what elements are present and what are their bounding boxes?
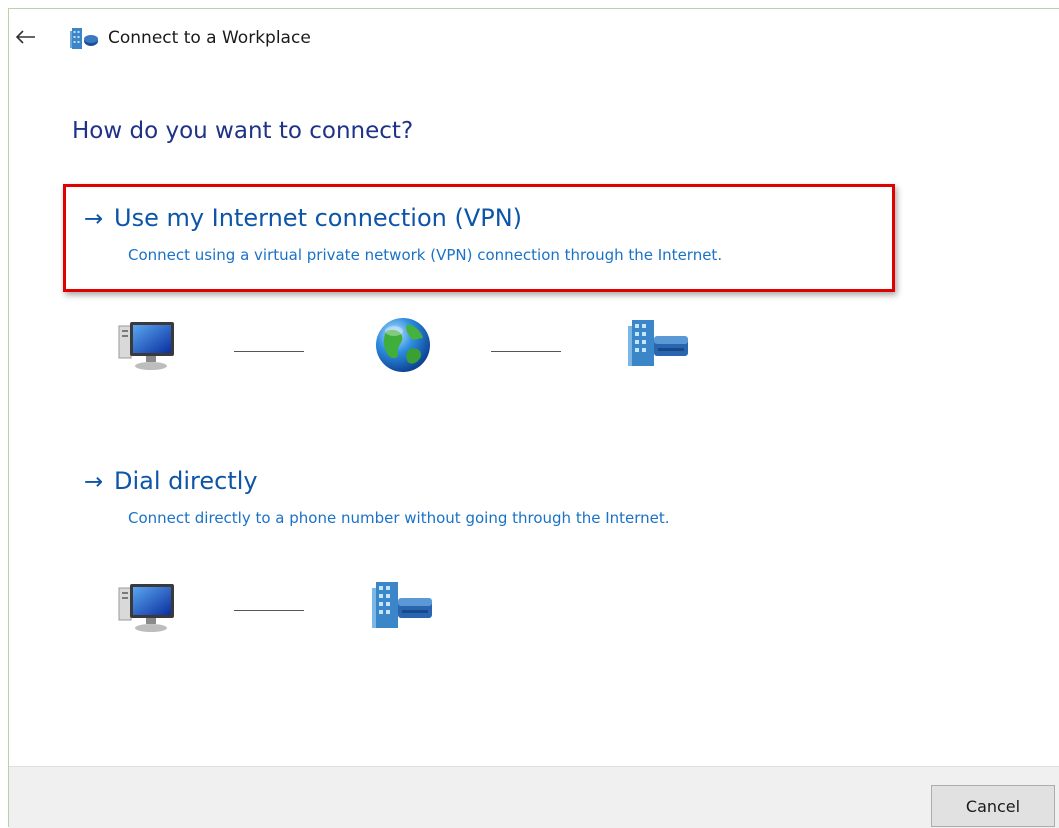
workplace-building-icon (628, 320, 688, 366)
back-button[interactable] (12, 24, 40, 50)
workplace-building-icon (70, 28, 98, 49)
option-vpn-label: Use my Internet connection (VPN) (114, 204, 523, 232)
window-title: Connect to a Workplace (108, 28, 311, 48)
option-dial-description: Connect directly to a phone number witho… (128, 509, 670, 527)
cancel-button[interactable]: Cancel (931, 785, 1055, 827)
option-dial-label: Dial directly (114, 467, 258, 495)
option-vpn-title[interactable]: → Use my Internet connection (VPN) (84, 200, 522, 237)
connection-line (491, 351, 561, 352)
computer-icon (118, 584, 174, 632)
back-arrow-icon (16, 30, 35, 44)
globe-icon (376, 318, 430, 372)
option-vpn-description: Connect using a virtual private network … (128, 246, 723, 264)
footer-bar (9, 766, 1059, 828)
arrow-right-icon: → (84, 206, 104, 232)
connection-line (234, 610, 304, 611)
arrow-right-icon: → (84, 469, 104, 495)
page-heading: How do you want to connect? (72, 118, 414, 144)
workplace-building-icon (372, 582, 432, 628)
connection-line (234, 351, 304, 352)
option-dial-title[interactable]: → Dial directly (84, 463, 258, 500)
computer-icon (118, 322, 174, 370)
